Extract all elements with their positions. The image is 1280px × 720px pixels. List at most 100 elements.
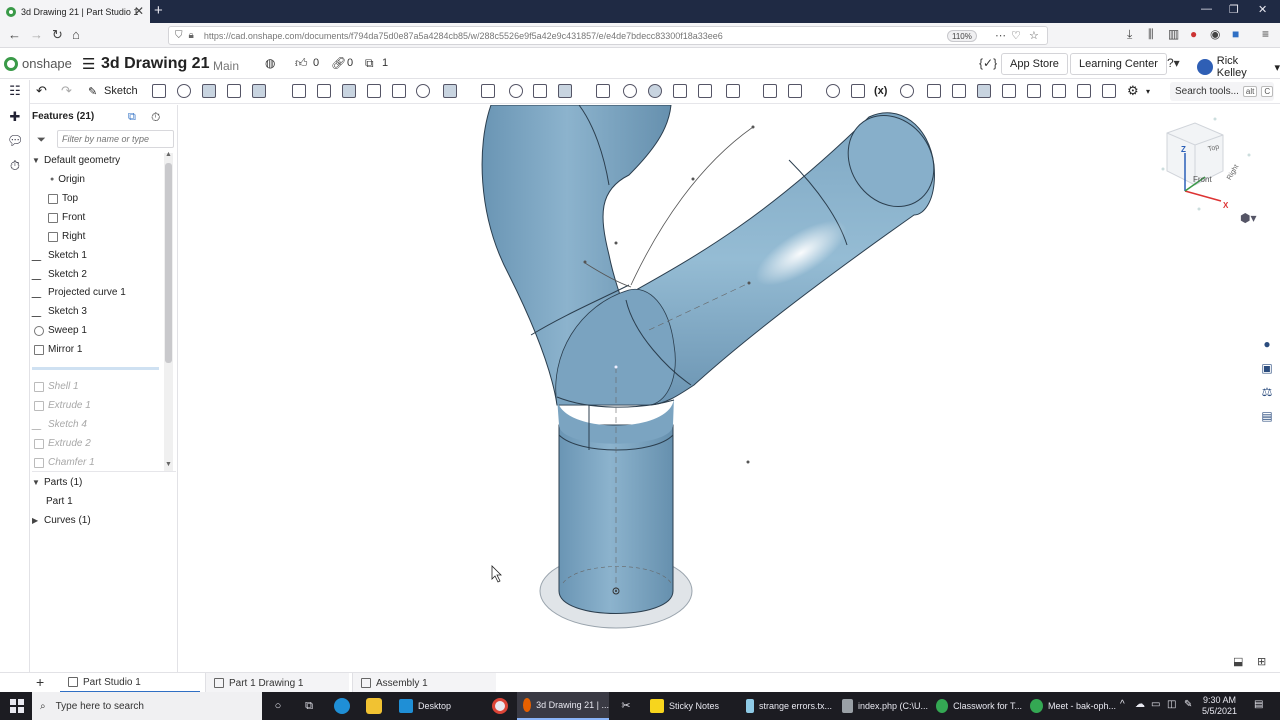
windows-start-icon[interactable] bbox=[10, 699, 24, 713]
document-title[interactable]: 3d Drawing 21 bbox=[101, 55, 209, 73]
sketch-point[interactable] bbox=[614, 241, 618, 245]
onshape-logo[interactable]: onshape bbox=[4, 56, 72, 71]
search-tools[interactable]: Search tools... alt C bbox=[1170, 82, 1274, 101]
mass-properties-icon[interactable]: ⚖ bbox=[1258, 385, 1276, 403]
feature-plane-top[interactable]: Top bbox=[48, 193, 78, 204]
sketch-pencil-icon[interactable]: ✎ bbox=[88, 85, 97, 98]
feature-item[interactable]: Sketch 3 bbox=[31, 306, 87, 317]
downloads-icon[interactable]: ⤓ bbox=[1127, 27, 1132, 42]
close-tab-icon[interactable]: ✕ bbox=[134, 4, 144, 18]
viewcube-front-label[interactable]: Front bbox=[1193, 175, 1212, 184]
taskbar-search[interactable]: ⌕ Type here to search bbox=[32, 692, 262, 720]
feature-plane-front[interactable]: Front bbox=[48, 212, 85, 223]
3d-viewport[interactable]: Top Front Right X Z ⬢▾ ● ▣ ⚖ ▤ ⬓ ⊞ bbox=[179, 105, 1280, 672]
parts-folder[interactable]: ▼ Parts (1) bbox=[32, 477, 82, 488]
view-cube[interactable] bbox=[1161, 117, 1251, 211]
forward-icon[interactable]: → bbox=[30, 27, 43, 42]
sheet-metal-icon[interactable] bbox=[927, 84, 941, 98]
delete-face-icon[interactable] bbox=[648, 84, 662, 98]
taskbar-app-firefox[interactable]: 3d Drawing 21 | ... bbox=[517, 692, 609, 720]
feature-item[interactable]: Sketch 1 bbox=[31, 250, 87, 261]
hole-icon[interactable] bbox=[416, 84, 430, 98]
new-tab-icon[interactable]: + bbox=[154, 2, 163, 19]
replace-face-icon[interactable] bbox=[698, 84, 712, 98]
tray-chevron-icon[interactable]: ^ bbox=[1120, 699, 1125, 710]
loft-icon[interactable] bbox=[227, 84, 241, 98]
app-store-button[interactable]: App Store bbox=[1001, 53, 1068, 75]
variables-icon[interactable]: ✚ bbox=[7, 109, 23, 125]
like-icon[interactable]: 👍︎ bbox=[295, 56, 308, 71]
cortana-icon[interactable]: ○ bbox=[270, 698, 286, 714]
sidebar-icon[interactable]: ▥ bbox=[1168, 27, 1179, 41]
globe-icon[interactable]: ◍ bbox=[265, 56, 275, 70]
feature-item[interactable]: Sketch 2 bbox=[31, 269, 87, 280]
part-item[interactable]: Part 1 bbox=[46, 496, 73, 507]
feature-list-icon[interactable]: ☷ bbox=[7, 83, 23, 99]
helix-icon[interactable] bbox=[826, 84, 840, 98]
undo-icon[interactable]: ↶ bbox=[36, 83, 47, 99]
feature-item-suppressed[interactable]: Sketch 4 bbox=[31, 419, 87, 430]
feature-list-scrollbar[interactable] bbox=[164, 153, 173, 471]
taskbar-app-desktop[interactable]: Desktop bbox=[393, 692, 485, 720]
sketch-point[interactable] bbox=[746, 460, 750, 464]
extension-blue-icon[interactable]: ■ bbox=[1232, 27, 1239, 41]
pen-icon[interactable]: ✎ bbox=[1184, 699, 1192, 710]
feature-item-suppressed[interactable]: Chamfer 1 bbox=[34, 457, 95, 468]
tab-part-1-drawing-1[interactable]: Part 1 Drawing 1 bbox=[205, 673, 349, 693]
revolve-icon[interactable] bbox=[177, 84, 191, 98]
rib-icon[interactable] bbox=[367, 84, 381, 98]
document-menu-icon[interactable]: ☰ bbox=[82, 55, 95, 73]
scroll-down-icon[interactable]: ▼ bbox=[165, 461, 172, 468]
menu-icon[interactable]: ≡ bbox=[1262, 27, 1269, 41]
user-menu[interactable]: Rick Kelley ▾ bbox=[1197, 55, 1280, 79]
settings-gear-icon[interactable]: ⚙ bbox=[1127, 83, 1139, 99]
chevron-right-icon[interactable]: ▶ bbox=[32, 516, 40, 525]
comments-icon[interactable]: 💬︎ bbox=[7, 133, 24, 149]
library-icon[interactable]: ⫼ bbox=[1148, 27, 1154, 42]
learning-center-button[interactable]: Learning Center bbox=[1070, 53, 1167, 75]
feature-item[interactable]: Sweep 1 bbox=[34, 325, 87, 336]
sketch-point[interactable] bbox=[691, 177, 695, 181]
section-view-icon[interactable]: ⊞ bbox=[1257, 655, 1266, 668]
chamfer-icon[interactable] bbox=[317, 84, 331, 98]
task-view-icon[interactable]: ⧉ bbox=[301, 698, 317, 714]
bend-relief-icon[interactable] bbox=[1027, 84, 1041, 98]
browser-tab[interactable]: 3d Drawing 21 | Part Studio 1 ✕ bbox=[0, 0, 150, 23]
finish-sheet-metal-icon[interactable] bbox=[1102, 84, 1116, 98]
variable-icon[interactable]: (x) bbox=[874, 85, 887, 97]
extrude-icon[interactable] bbox=[152, 84, 166, 98]
sketch-point[interactable] bbox=[747, 281, 751, 285]
onedrive-icon[interactable]: ☁ bbox=[1135, 699, 1145, 710]
file-explorer-icon[interactable] bbox=[366, 698, 382, 714]
feature-origin[interactable]: ● Origin bbox=[50, 174, 85, 185]
part-graphics[interactable] bbox=[179, 105, 1280, 672]
bookmark-star-icon[interactable]: ☆ bbox=[1029, 29, 1039, 42]
tab-assembly-1[interactable]: Assembly 1 bbox=[352, 673, 496, 693]
featurescript-icon[interactable]: {✓} bbox=[979, 56, 997, 70]
zoom-level[interactable]: 110% bbox=[947, 30, 977, 42]
appearance-panel-icon[interactable]: ● bbox=[1258, 337, 1276, 355]
hem-icon[interactable] bbox=[977, 84, 991, 98]
joint-icon[interactable] bbox=[1077, 84, 1091, 98]
home-icon[interactable]: ⌂ bbox=[72, 27, 80, 42]
address-bar[interactable]: ⛉ 🔒︎ https://cad.onshape.com/documents/f… bbox=[168, 26, 1048, 45]
mate-connector-icon[interactable] bbox=[788, 84, 802, 98]
back-icon[interactable]: ← bbox=[8, 27, 21, 42]
corner-icon[interactable] bbox=[1052, 84, 1066, 98]
transform-icon[interactable] bbox=[558, 84, 572, 98]
default-geometry-folder[interactable]: ▼ Default geometry bbox=[32, 155, 120, 166]
help-icon[interactable]: ?▾ bbox=[1167, 56, 1180, 70]
feature-item-suppressed[interactable]: Shell 1 bbox=[34, 381, 79, 392]
add-folder-icon[interactable]: ⧉ bbox=[128, 111, 136, 124]
network-icon[interactable]: ◫ bbox=[1167, 699, 1176, 710]
feature-filter-input[interactable] bbox=[57, 130, 174, 148]
draft-icon[interactable] bbox=[342, 84, 356, 98]
edge-icon[interactable] bbox=[334, 698, 350, 714]
settings-chevron-icon[interactable]: ▾ bbox=[1146, 87, 1150, 96]
bom-panel-icon[interactable]: ▣ bbox=[1258, 361, 1276, 379]
move-face-icon[interactable] bbox=[673, 84, 687, 98]
taskbar-app-meet[interactable]: Meet - bak-oph... bbox=[1024, 692, 1116, 720]
taskbar-app-notepad[interactable]: strange errors.tx... bbox=[740, 692, 832, 720]
taskbar-clock[interactable]: 9:30 AM 5/5/2021 bbox=[1202, 695, 1237, 717]
sweep-icon[interactable] bbox=[202, 84, 216, 98]
